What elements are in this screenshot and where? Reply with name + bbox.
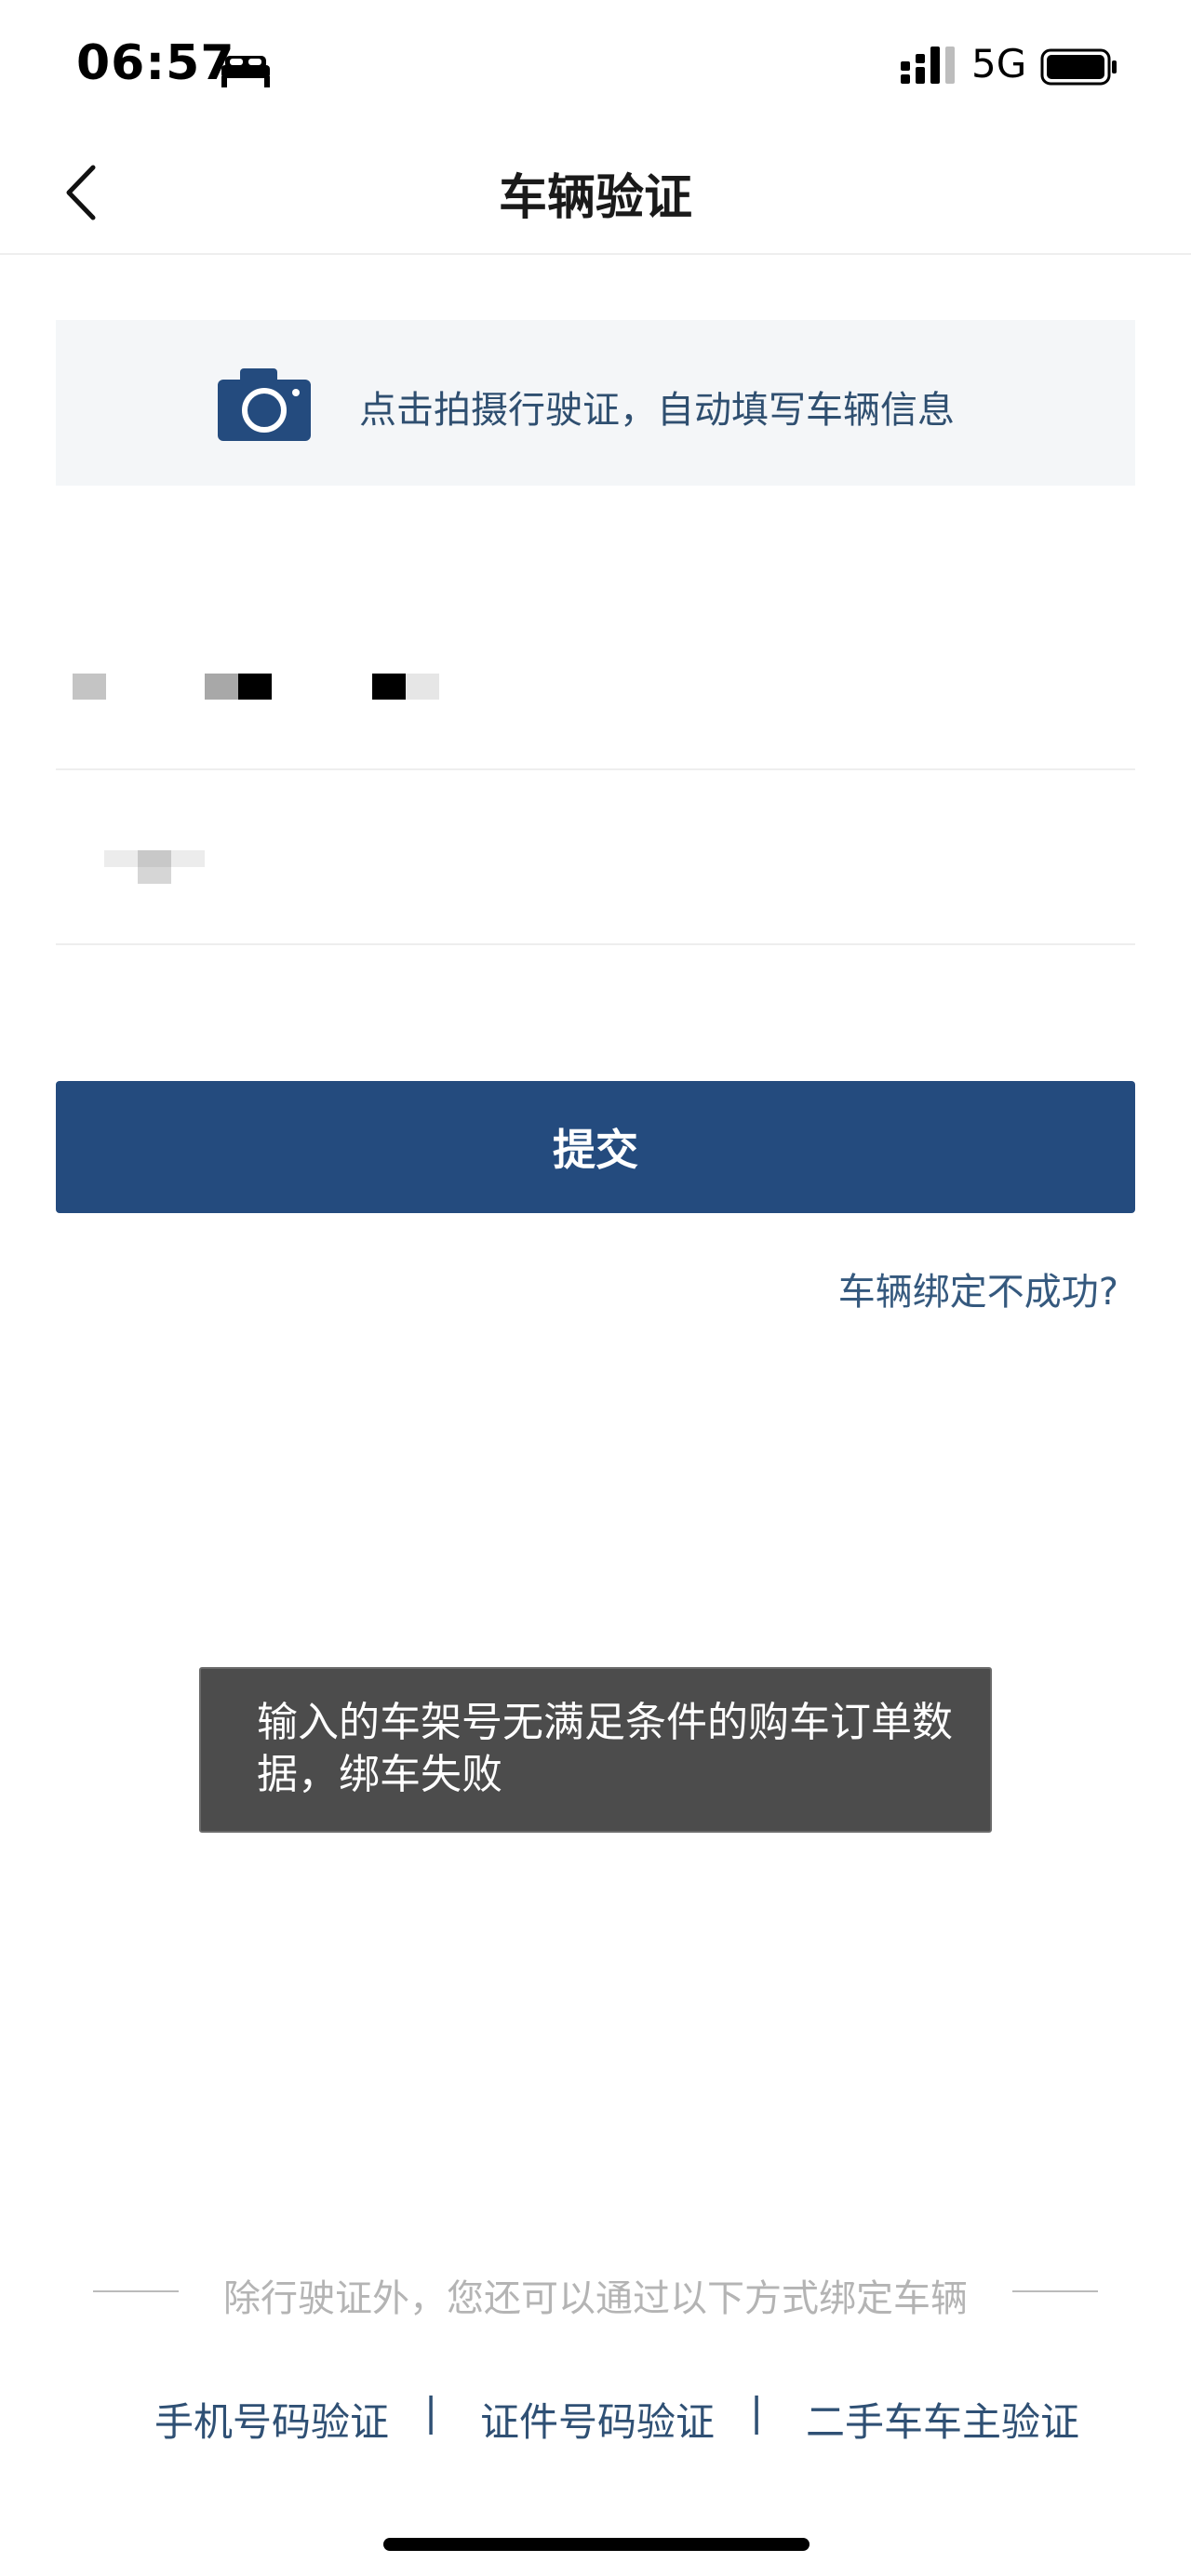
- bed-icon: [221, 56, 270, 87]
- network-label: 5G: [971, 41, 1027, 87]
- obscured-value: [56, 850, 242, 888]
- home-indicator[interactable]: [383, 2538, 810, 2551]
- page-title: 车辆验证: [498, 170, 692, 226]
- separator: |: [424, 2389, 438, 2435]
- vehicle-verification-page: 06:57 5G 车辆验证 点击拍摄行驶证，自动填写车辆信息 提交 车辆绑定不成…: [0, 0, 1191, 2576]
- alternative-methods: 手机号码验证 | 证件号码验证 | 二手车车主验证: [0, 2385, 1191, 2445]
- battery-icon: [1040, 48, 1117, 86]
- separator: |: [750, 2389, 764, 2435]
- binding-failed-help-link[interactable]: 车辆绑定不成功?: [838, 1261, 1118, 1315]
- phone-verification-link[interactable]: 手机号码验证: [154, 2391, 389, 2448]
- status-time: 06:57: [76, 35, 235, 91]
- divider-line: [1012, 2290, 1098, 2292]
- scan-license-button[interactable]: 点击拍摄行驶证，自动填写车辆信息: [56, 320, 1135, 486]
- scan-license-text: 点击拍摄行驶证，自动填写车辆信息: [359, 389, 955, 432]
- vin-field[interactable]: [56, 770, 1135, 945]
- obscured-value: [56, 674, 456, 703]
- status-bar: 06:57 5G: [0, 0, 1191, 130]
- used-car-owner-verification-link[interactable]: 二手车车主验证: [806, 2391, 1079, 2448]
- error-toast: 输入的车架号无满足条件的购车订单数据，绑车失败: [199, 1667, 992, 1833]
- license-plate-field[interactable]: [56, 595, 1135, 770]
- toast-message: 输入的车架号无满足条件的购车订单数据，绑车失败: [257, 1699, 953, 1798]
- submit-button[interactable]: 提交: [56, 1081, 1135, 1213]
- signal-icon: [901, 47, 955, 84]
- id-verification-link[interactable]: 证件号码验证: [480, 2391, 715, 2448]
- alternatives-hint: 除行驶证外，您还可以通过以下方式绑定车辆: [223, 2277, 968, 2320]
- camera-icon: [218, 368, 311, 441]
- alternatives-divider: 除行驶证外，您还可以通过以下方式绑定车辆: [93, 2262, 1098, 2320]
- nav-bar: 车辆验证: [0, 130, 1191, 255]
